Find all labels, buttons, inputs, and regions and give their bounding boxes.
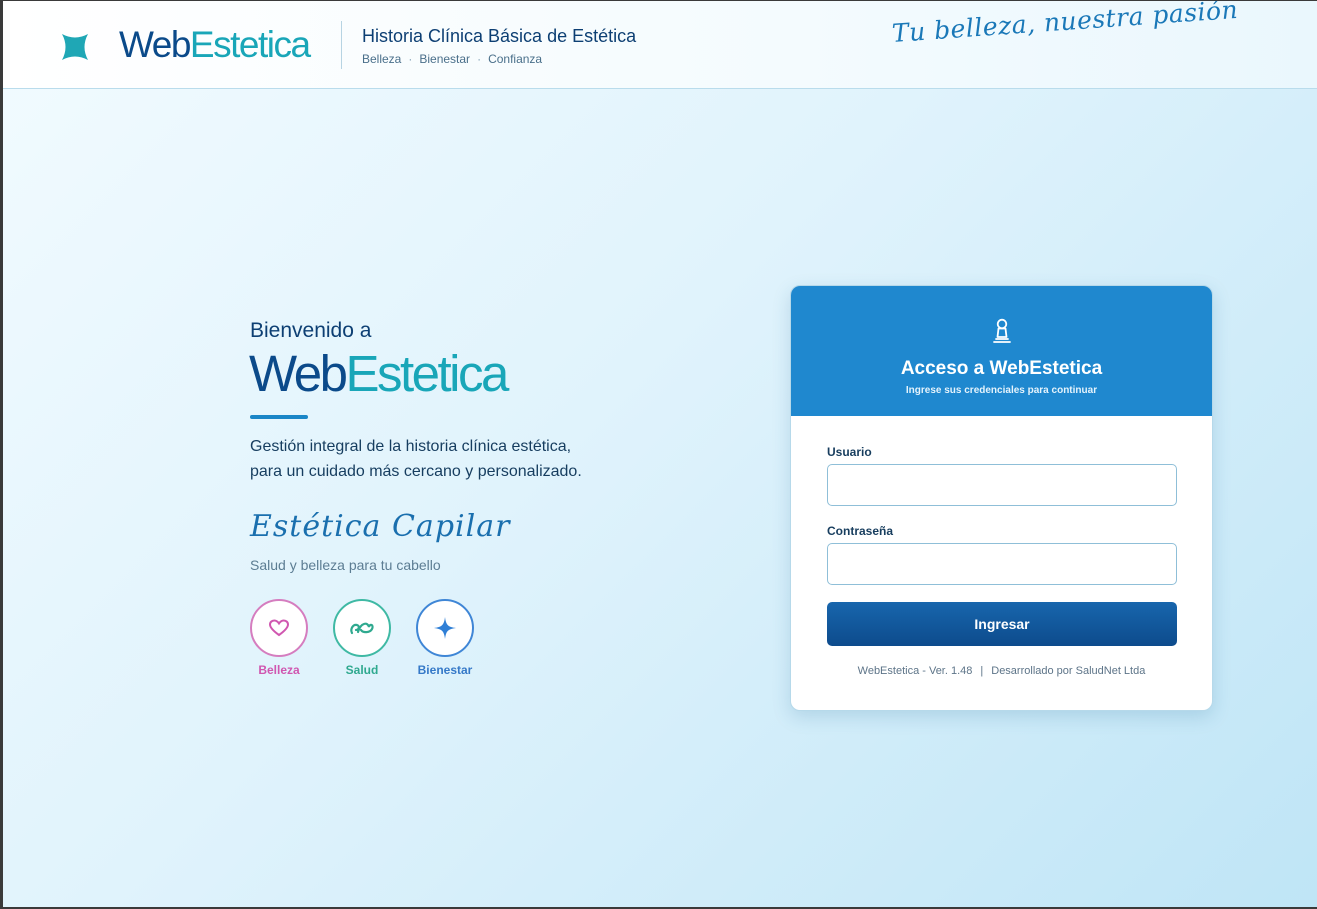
brand-web-text: Web <box>119 24 191 65</box>
welcome-brand: WebEstetica <box>249 344 509 404</box>
hair-curl-icon <box>350 622 374 635</box>
welcome-greeting: Bienvenido a <box>250 319 372 342</box>
subtitle-separator: · <box>408 52 413 66</box>
header-title: Historia Clínica Básica de Estética <box>362 26 637 46</box>
feature-label: Salud <box>345 663 379 677</box>
username-label: Usuario <box>827 445 872 459</box>
login-title: Acceso a WebEstetica <box>900 358 1103 379</box>
subtitle-item-bienestar: Bienestar <box>419 52 471 66</box>
login-card: Acceso a WebEstetica Ingrese sus credenc… <box>790 285 1213 711</box>
subtitle-item-belleza: Belleza <box>362 52 402 66</box>
feature-bienestar: Bienestar <box>415 599 475 677</box>
accent-divider <box>250 415 308 419</box>
subtitle-separator: · <box>477 52 482 66</box>
feature-circle <box>333 599 391 657</box>
description-line-1: Gestión integral de la historia clínica … <box>250 438 572 455</box>
login-footer: WebEstetica - Ver. 1.48 | Desarrollado por… <box>791 665 1212 677</box>
header-tagline: Tu belleza, nuestra pasión <box>890 1 1239 49</box>
feature-salud: Salud <box>332 599 392 677</box>
feature-label: Bienestar <box>417 663 473 677</box>
login-subtitle: Ingrese sus credenciales para continuar <box>905 385 1098 396</box>
header-brand-logo: WebEstetica <box>119 23 311 67</box>
welcome-description: Gestión integral de la historia clínica … <box>250 434 582 484</box>
logo-icon <box>62 34 88 60</box>
app-window: WebEstetica Historia Clínica Básica de E… <box>3 1 1317 907</box>
top-header: WebEstetica Historia Clínica Básica de E… <box>3 1 1317 89</box>
feature-belleza: Belleza <box>249 599 309 677</box>
brand-estetica-text: Estetica <box>189 24 311 65</box>
welcome-brand-web: Web <box>249 345 348 402</box>
username-input[interactable] <box>827 464 1177 506</box>
feature-circle <box>250 599 308 657</box>
feature-circle <box>416 599 474 657</box>
header-divider <box>341 21 342 69</box>
version-text: WebEstetica - Ver. 1.48 <box>857 665 973 677</box>
developer-text: Desarrollado por SaludNet Ltda <box>991 665 1146 677</box>
subtitle-item-confianza: Confianza <box>488 52 543 66</box>
sparkle-icon <box>434 617 456 639</box>
description-line-2: para un cuidado más cercano y personaliz… <box>250 463 582 480</box>
password-label: Contraseña <box>827 524 894 538</box>
welcome-brand-estetica: Estetica <box>345 345 509 402</box>
user-icon <box>993 318 1011 343</box>
footer-separator: | <box>980 665 984 677</box>
capilar-subtitle: Salud y belleza para tu cabello <box>250 557 441 573</box>
password-input[interactable] <box>827 543 1177 585</box>
header-subtitle: Belleza · Bienestar · Confianza <box>362 52 542 66</box>
login-submit-button[interactable]: Ingresar <box>827 602 1177 646</box>
feature-label: Belleza <box>258 663 300 677</box>
capilar-title: Estética Capilar <box>250 509 511 544</box>
login-card-header <box>791 286 1212 416</box>
heart-icon <box>269 619 289 637</box>
